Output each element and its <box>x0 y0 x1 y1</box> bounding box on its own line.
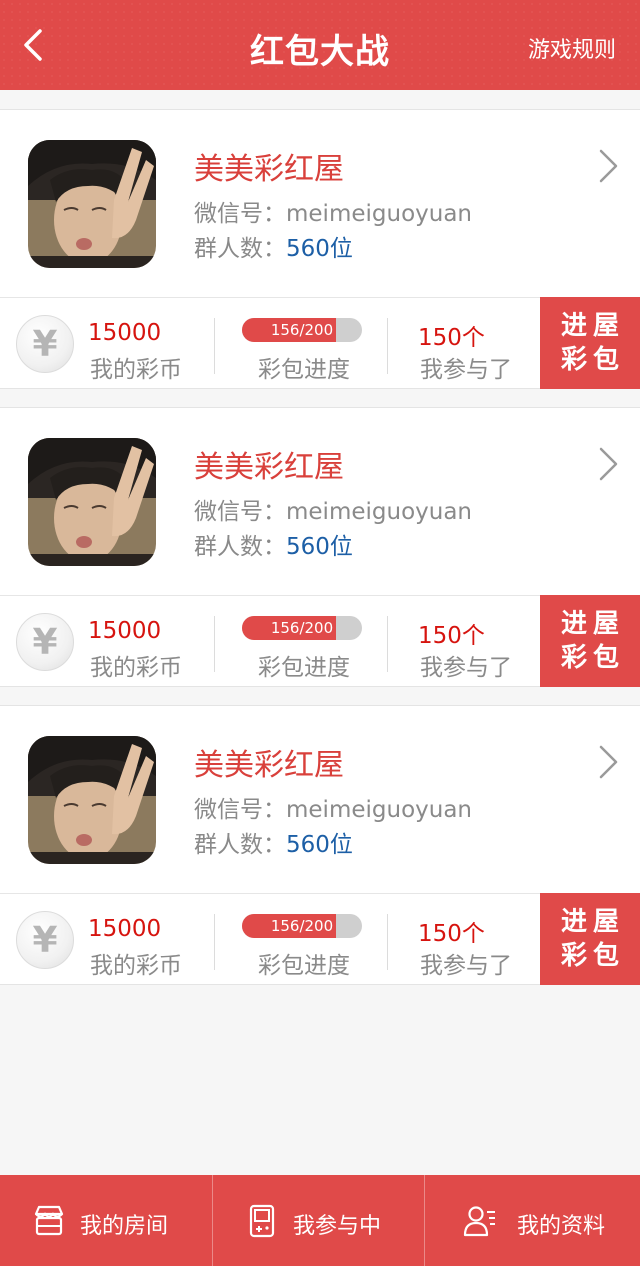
gameboy-icon <box>249 1204 275 1238</box>
room-card[interactable]: 美美彩红屋 微信号：meimeiguoyuan 群人数：560位 ¥ 15000… <box>0 407 640 687</box>
member-count: 群人数：560位 <box>194 825 353 859</box>
profile-icon <box>463 1206 495 1237</box>
room-stats: ¥ 15000 我的彩币 156/200 彩包进度 150个 我参与了 进屋 彩… <box>0 893 640 985</box>
coin-icon: ¥ <box>16 613 74 671</box>
coins-value: 15000 <box>88 916 162 942</box>
wechat-id: meimeiguoyuan <box>286 499 472 525</box>
enter-room-button[interactable]: 进屋 彩包 <box>540 893 640 985</box>
progress-text: 156/200 <box>270 619 334 637</box>
room-name: 美美彩红屋 <box>194 152 344 187</box>
tab-label: 我的资料 <box>517 1214 606 1239</box>
members-value: 560位 <box>286 236 353 262</box>
coin-icon: ¥ <box>16 911 74 969</box>
member-count: 群人数：560位 <box>194 229 353 263</box>
enter-label-line1: 进屋 <box>560 311 625 341</box>
members-label: 群人数： <box>194 236 286 262</box>
progress-label: 彩包进度 <box>258 953 350 979</box>
members-value: 560位 <box>286 832 353 858</box>
tab-my-profile[interactable]: 我的资料 <box>425 1175 637 1266</box>
packet-progress-bar: 156/200 <box>242 318 362 342</box>
enter-label-line1: 进屋 <box>560 907 625 937</box>
coins-label: 我的彩币 <box>90 655 182 681</box>
tab-label: 我参与中 <box>293 1214 382 1239</box>
room-card[interactable]: 美美彩红屋 微信号：meimeiguoyuan 群人数：560位 ¥ 15000… <box>0 109 640 389</box>
game-rules-link[interactable]: 游戏规则 <box>528 32 616 64</box>
joined-label: 我参与了 <box>420 953 512 979</box>
room-name: 美美彩红屋 <box>194 748 344 783</box>
wechat-label: 微信号： <box>194 499 286 525</box>
progress-text: 156/200 <box>270 321 334 339</box>
room-avatar[interactable] <box>28 736 156 864</box>
joined-value: 150个 <box>418 921 485 947</box>
wechat-info: 微信号：meimeiguoyuan <box>194 790 472 824</box>
tab-my-room[interactable]: 我的房间 <box>0 1175 212 1266</box>
joined-label: 我参与了 <box>420 655 512 681</box>
room-name: 美美彩红屋 <box>194 450 344 485</box>
joined-value: 150个 <box>418 623 485 649</box>
wechat-label: 微信号： <box>194 201 286 227</box>
packet-progress-bar: 156/200 <box>242 914 362 938</box>
progress-label: 彩包进度 <box>258 655 350 681</box>
room-icon <box>34 1205 64 1236</box>
top-bar: 红包大战 游戏规则 <box>0 0 640 90</box>
avatar-photo <box>28 438 156 566</box>
stat-separator <box>387 318 388 374</box>
avatar-photo <box>28 736 156 864</box>
members-label: 群人数： <box>194 832 286 858</box>
enter-room-button[interactable]: 进屋 彩包 <box>540 297 640 389</box>
member-count: 群人数：560位 <box>194 527 353 561</box>
wechat-id: meimeiguoyuan <box>286 201 472 227</box>
coins-label: 我的彩币 <box>90 953 182 979</box>
wechat-info: 微信号：meimeiguoyuan <box>194 194 472 228</box>
progress-label: 彩包进度 <box>258 357 350 383</box>
coin-icon: ¥ <box>16 315 74 373</box>
tab-label: 我的房间 <box>80 1214 169 1239</box>
enter-label-line1: 进屋 <box>560 609 625 639</box>
stat-separator <box>214 914 215 970</box>
enter-label-line2: 彩包 <box>560 941 625 971</box>
enter-label-line2: 彩包 <box>560 345 625 375</box>
stat-separator <box>214 616 215 672</box>
members-label: 群人数： <box>194 534 286 560</box>
coins-value: 15000 <box>88 320 162 346</box>
avatar-photo <box>28 140 156 268</box>
members-value: 560位 <box>286 534 353 560</box>
enter-room-button[interactable]: 进屋 彩包 <box>540 595 640 687</box>
enter-label-line2: 彩包 <box>560 643 625 673</box>
wechat-label: 微信号： <box>194 797 286 823</box>
stat-separator <box>214 318 215 374</box>
wechat-id: meimeiguoyuan <box>286 797 472 823</box>
packet-progress-bar: 156/200 <box>242 616 362 640</box>
bottom-tab-bar: 我的房间 我参与中 我的资料 <box>0 1175 640 1266</box>
tab-participating[interactable]: 我参与中 <box>213 1175 425 1266</box>
room-stats: ¥ 15000 我的彩币 156/200 彩包进度 150个 我参与了 进屋 彩… <box>0 297 640 389</box>
joined-value: 150个 <box>418 325 485 351</box>
chevron-right-icon[interactable] <box>596 148 622 184</box>
coins-value: 15000 <box>88 618 162 644</box>
joined-label: 我参与了 <box>420 357 512 383</box>
stat-separator <box>387 914 388 970</box>
room-avatar[interactable] <box>28 140 156 268</box>
wechat-info: 微信号：meimeiguoyuan <box>194 492 472 526</box>
chevron-right-icon[interactable] <box>596 744 622 780</box>
room-card[interactable]: 美美彩红屋 微信号：meimeiguoyuan 群人数：560位 ¥ 15000… <box>0 705 640 985</box>
coins-label: 我的彩币 <box>90 357 182 383</box>
room-avatar[interactable] <box>28 438 156 566</box>
progress-text: 156/200 <box>270 917 334 935</box>
chevron-right-icon[interactable] <box>596 446 622 482</box>
room-stats: ¥ 15000 我的彩币 156/200 彩包进度 150个 我参与了 进屋 彩… <box>0 595 640 687</box>
stat-separator <box>387 616 388 672</box>
